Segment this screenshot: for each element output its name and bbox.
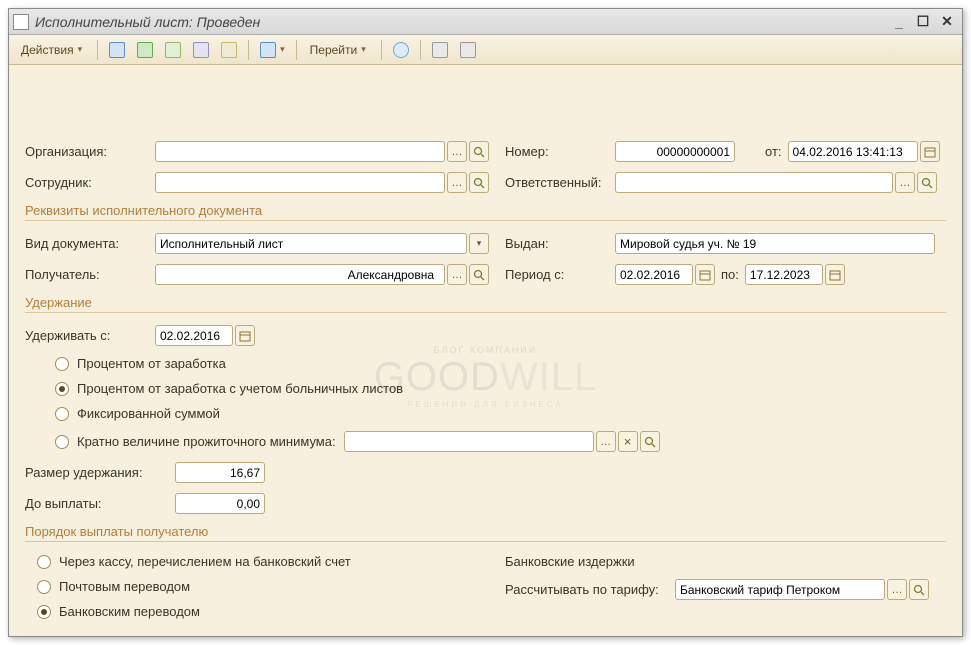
goto-menu[interactable]: Перейти ▾: [304, 39, 374, 61]
recipient-input[interactable]: Александровна: [155, 264, 445, 285]
responsible-label: Ответственный:: [505, 175, 615, 190]
organization-input[interactable]: [155, 141, 445, 162]
period-to-calendar-button[interactable]: [825, 264, 845, 285]
minimum-search-button[interactable]: [640, 431, 660, 452]
radio-postal[interactable]: Почтовым переводом: [37, 579, 505, 594]
document-icon: [13, 14, 29, 30]
actions-label: Действия: [21, 43, 74, 57]
radio-icon: [37, 555, 51, 569]
minimum-select-button[interactable]: [596, 431, 616, 452]
maximize-button[interactable]: ☐: [912, 13, 934, 31]
responsible-input[interactable]: [615, 172, 893, 193]
refresh-icon: [137, 42, 153, 58]
date-calendar-button[interactable]: [920, 141, 940, 162]
radio-icon: [37, 605, 51, 619]
period-from-label: Период с:: [505, 267, 615, 282]
radio-bank-transfer[interactable]: Банковским переводом: [37, 604, 505, 619]
organization-label: Организация:: [25, 144, 155, 159]
toolbar-doc2[interactable]: [189, 39, 213, 61]
list-icon: [432, 42, 448, 58]
doc-icon: [165, 42, 181, 58]
tariff-label: Рассчитывать по тарифу:: [505, 582, 675, 597]
organization-search-button[interactable]: [469, 141, 489, 162]
form-content: БЛОГ КОМПАНИИ GOODWILL РЕШЕНИЯ ДЛЯ БИЗНЕ…: [9, 65, 962, 636]
employee-select-button[interactable]: [447, 172, 467, 193]
window-title: Исполнительный лист: Проведен: [35, 14, 260, 30]
radio-icon: [37, 580, 51, 594]
responsible-search-button[interactable]: [917, 172, 937, 193]
employee-search-button[interactable]: [469, 172, 489, 193]
until-payment-input[interactable]: 0,00: [175, 493, 265, 514]
section-deduction: Удержание: [25, 295, 946, 313]
toolbar-nav-back[interactable]: [105, 39, 129, 61]
radio-icon: [55, 357, 69, 371]
organization-select-button[interactable]: [447, 141, 467, 162]
doc-type-dropdown-button[interactable]: [469, 233, 489, 254]
number-label: Номер:: [505, 144, 615, 159]
window: Исполнительный лист: Проведен _ ☐ ✕ Дейс…: [8, 8, 963, 637]
tariff-select-button[interactable]: [887, 579, 907, 600]
radio-minimum[interactable]: Кратно величине прожиточного минимума:: [55, 431, 946, 452]
issued-input[interactable]: Мировой судья уч. № 19: [615, 233, 935, 254]
period-from-input[interactable]: 02.02.2016: [615, 264, 693, 285]
radio-fixed[interactable]: Фиксированной суммой: [55, 406, 946, 421]
toolbar-forward[interactable]: ▾: [256, 39, 289, 61]
employee-label: Сотрудник:: [25, 175, 155, 190]
toolbar-save[interactable]: [217, 39, 241, 61]
toolbar: Действия ▾ ▾ Перейти ▾: [9, 35, 962, 65]
radio-icon: [55, 435, 69, 449]
recipient-search-button[interactable]: [469, 264, 489, 285]
period-to-input[interactable]: 17.12.2023: [745, 264, 823, 285]
tariff-input[interactable]: Банковский тариф Петроком: [675, 579, 885, 600]
section-payment: Порядок выплаты получателю: [25, 524, 946, 542]
close-button[interactable]: ✕: [936, 13, 958, 31]
minimize-button[interactable]: _: [888, 13, 910, 31]
period-to-label: по:: [721, 267, 739, 282]
hold-from-calendar-button[interactable]: [235, 325, 255, 346]
titlebar: Исполнительный лист: Проведен _ ☐ ✕: [9, 9, 962, 35]
radio-icon: [55, 382, 69, 396]
save-icon: [221, 42, 237, 58]
toolbar-list[interactable]: [428, 39, 452, 61]
minimum-clear-button[interactable]: [618, 431, 638, 452]
tariff-search-button[interactable]: [909, 579, 929, 600]
minimum-input[interactable]: [344, 431, 594, 452]
recipient-select-button[interactable]: [447, 264, 467, 285]
hold-from-input[interactable]: 02.02.2016: [155, 325, 233, 346]
period-from-calendar-button[interactable]: [695, 264, 715, 285]
deduction-size-label: Размер удержания:: [25, 465, 175, 480]
section-requisites: Реквизиты исполнительного документа: [25, 203, 946, 221]
help-icon: [393, 42, 409, 58]
toolbar-doc[interactable]: [161, 39, 185, 61]
number-input[interactable]: 00000000001: [615, 141, 735, 162]
date-input[interactable]: 04.02.2016 13:41:13: [788, 141, 918, 162]
responsible-select-button[interactable]: [895, 172, 915, 193]
hold-from-label: Удерживать с:: [25, 328, 155, 343]
radio-percent-earnings[interactable]: Процентом от заработка: [55, 356, 946, 371]
list2-icon: [460, 42, 476, 58]
doc-type-input[interactable]: Исполнительный лист: [155, 233, 467, 254]
actions-menu[interactable]: Действия ▾: [15, 39, 90, 61]
deduction-size-input[interactable]: 16,67: [175, 462, 265, 483]
doc-type-label: Вид документа:: [25, 236, 155, 251]
toolbar-help[interactable]: [389, 39, 413, 61]
goto-label: Перейти: [310, 43, 358, 57]
recipient-label: Получатель:: [25, 267, 155, 282]
radio-percent-sick[interactable]: Процентом от заработка с учетом больничн…: [55, 381, 946, 396]
employee-input[interactable]: [155, 172, 445, 193]
forward-icon: [260, 42, 276, 58]
until-payment-label: До выплаты:: [25, 496, 175, 511]
issued-label: Выдан:: [505, 236, 615, 251]
from-label: от:: [765, 144, 782, 159]
radio-cash-bank[interactable]: Через кассу, перечислением на банковский…: [37, 554, 505, 569]
doc2-icon: [193, 42, 209, 58]
nav-back-icon: [109, 42, 125, 58]
toolbar-refresh[interactable]: [133, 39, 157, 61]
bank-costs-label: Банковские издержки: [505, 554, 635, 569]
toolbar-list2[interactable]: [456, 39, 480, 61]
radio-icon: [55, 407, 69, 421]
